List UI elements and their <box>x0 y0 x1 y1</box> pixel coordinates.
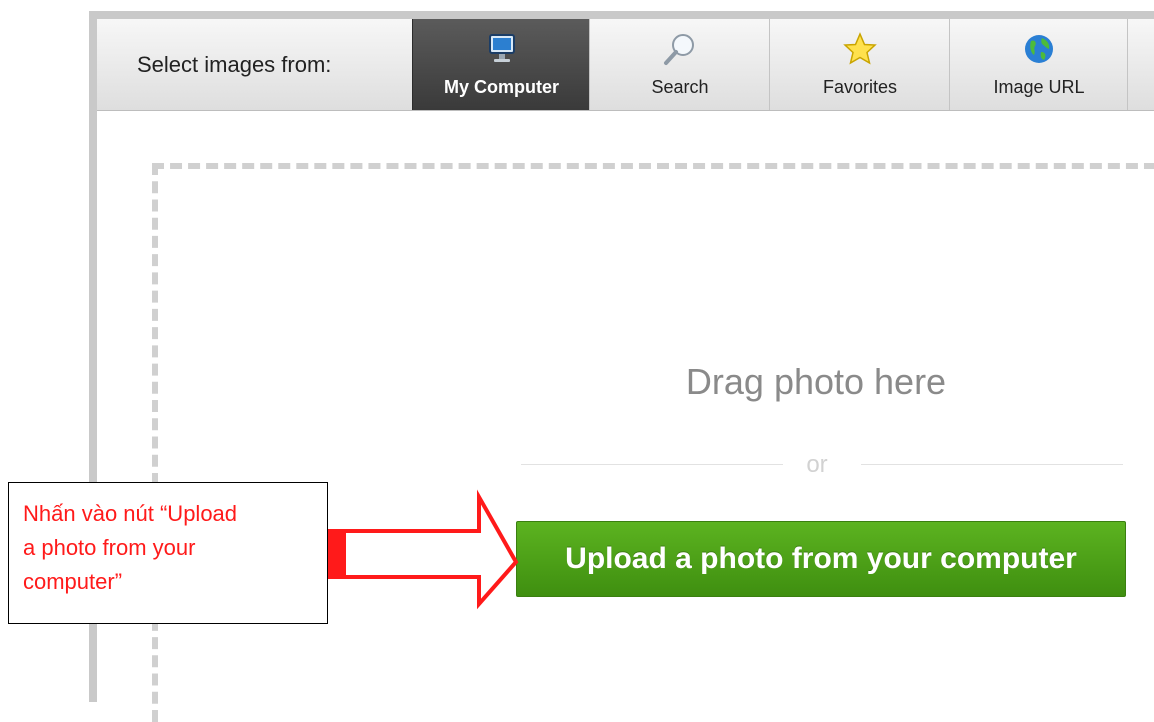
annotation-arrow-icon <box>328 489 519 610</box>
